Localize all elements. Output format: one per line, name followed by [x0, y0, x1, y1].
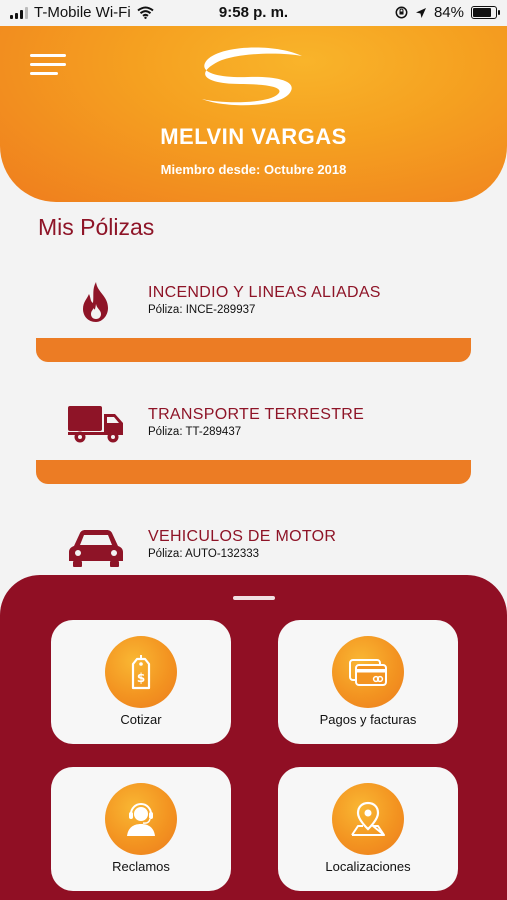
menu-line — [30, 63, 66, 66]
support-agent-icon — [127, 803, 155, 836]
menu-line — [30, 54, 66, 57]
action-label: Localizaciones — [325, 859, 411, 874]
policy-divider-bar — [36, 338, 471, 362]
company-logo-icon — [202, 47, 302, 106]
member-since-label: Miembro desde: Octubre 2018 — [160, 162, 347, 177]
price-tag-icon: $ — [131, 655, 151, 690]
credit-card-icon — [349, 659, 387, 686]
battery-percent: 84% — [433, 4, 464, 21]
orientation-lock-icon — [395, 6, 408, 19]
action-label: Reclamos — [112, 859, 170, 874]
battery-icon — [471, 6, 500, 19]
policy-divider-bar — [36, 460, 471, 484]
menu-line — [30, 72, 58, 75]
action-label: Pagos y facturas — [319, 712, 417, 727]
svg-text:$: $ — [137, 671, 145, 685]
truck-icon — [68, 406, 123, 443]
policy-card[interactable]: VEHICULOS DE MOTOR Póliza: AUTO-132333 — [36, 514, 471, 574]
hamburger-menu-button[interactable] — [30, 50, 68, 78]
profile-header: MELVIN VARGAS Miembro desde: Octubre 201… — [0, 26, 507, 202]
claims-button[interactable]: Reclamos — [51, 767, 231, 891]
fire-icon — [83, 282, 108, 322]
policy-card[interactable]: TRANSPORTE TERRESTRE Póliza: TT-289437 — [36, 392, 471, 484]
policy-number: Póliza: AUTO-132333 — [148, 548, 260, 560]
drag-handle[interactable] — [233, 596, 275, 600]
action-icon-circle — [332, 636, 404, 708]
location-arrow-icon — [415, 7, 426, 18]
policy-card[interactable]: INCENDIO Y LINEAS ALIADAS Póliza: INCE-2… — [36, 270, 471, 362]
status-bar: T-Mobile Wi-Fi 9:58 p. m. 84% — [0, 0, 507, 26]
user-name: MELVIN VARGAS — [160, 124, 347, 149]
battery-fill — [473, 8, 492, 17]
policy-name: VEHICULOS DE MOTOR — [148, 528, 337, 545]
status-right: 84% — [395, 4, 500, 21]
policy-name: INCENDIO Y LINEAS ALIADAS — [148, 284, 381, 301]
location-pin-icon — [351, 801, 385, 836]
quote-button[interactable]: $ Cotizar — [51, 620, 231, 744]
policy-name: TRANSPORTE TERRESTRE — [148, 406, 365, 423]
payments-invoices-button[interactable]: Pagos y facturas — [278, 620, 458, 744]
locations-button[interactable]: Localizaciones — [278, 767, 458, 891]
action-label: Cotizar — [120, 712, 162, 727]
quick-actions-panel: $ Cotizar Pagos y facturas Reclamos Loca… — [0, 575, 507, 900]
action-icon-circle — [332, 783, 404, 855]
policy-number: Póliza: TT-289437 — [148, 426, 242, 438]
policies-section-title: Mis Pólizas — [38, 214, 155, 240]
policy-number: Póliza: INCE-289937 — [148, 304, 256, 316]
car-icon — [69, 530, 123, 567]
action-icon-circle — [105, 783, 177, 855]
action-icon-circle: $ — [105, 636, 177, 708]
